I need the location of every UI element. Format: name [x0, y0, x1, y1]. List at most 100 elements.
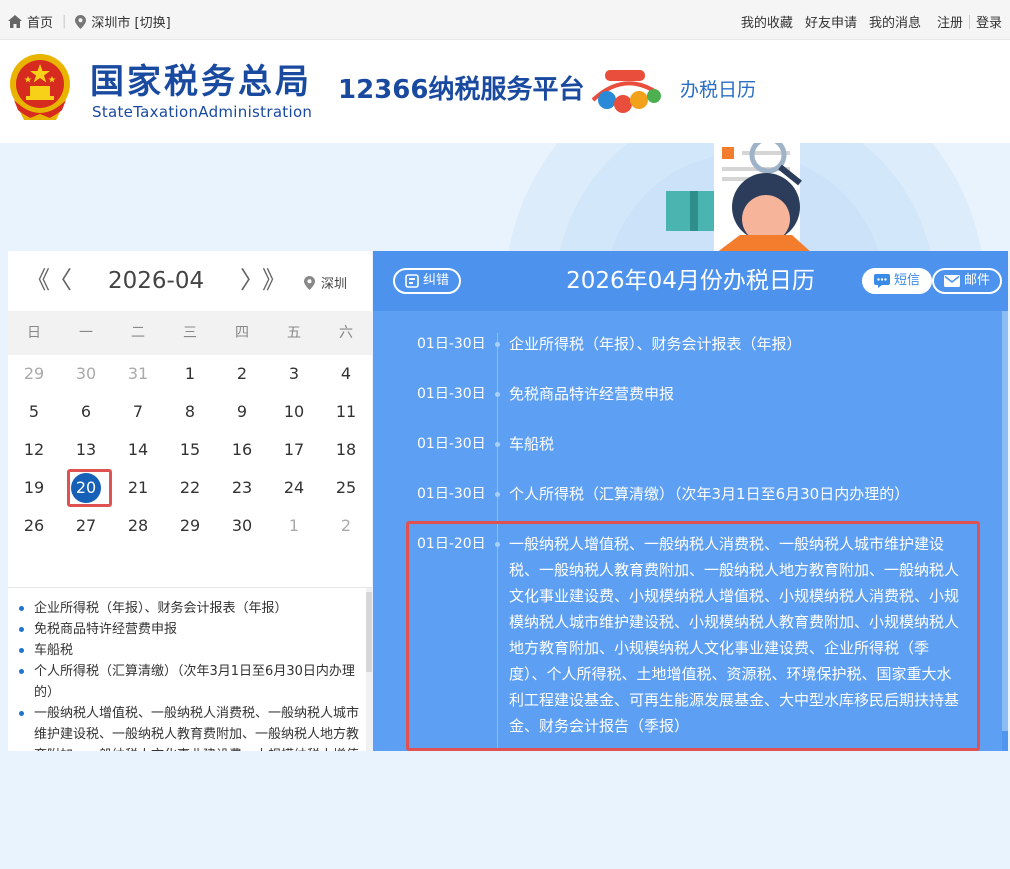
calendar-day[interactable]: 23: [216, 469, 268, 507]
day-number: 4: [340, 364, 352, 383]
day-number: 21: [127, 478, 149, 497]
day-number: 19: [23, 478, 45, 497]
week-row: 29 30 31 1 2 3 4: [8, 355, 372, 393]
detail-scrollbar[interactable]: [1002, 311, 1008, 751]
weekday-label: 二: [131, 325, 145, 341]
calendar-day[interactable]: 18: [320, 431, 372, 469]
calendar-day[interactable]: 4: [320, 355, 372, 393]
day-number: 16: [231, 440, 253, 459]
calendar-day[interactable]: 5: [8, 393, 60, 431]
day-number: 17: [283, 440, 305, 459]
prev-year-button[interactable]: 《: [26, 266, 50, 294]
calendar-day[interactable]: 2: [320, 507, 372, 545]
messages-link[interactable]: 我的消息: [869, 12, 921, 31]
page-name: 办税日历: [680, 79, 757, 101]
day-number: 24: [283, 478, 305, 497]
day-number: 15: [179, 440, 201, 459]
calendar-day[interactable]: 2: [216, 355, 268, 393]
mail-icon: [944, 275, 960, 287]
list-item: 车船税: [18, 640, 362, 661]
timeline-dot: [495, 492, 500, 497]
timeline-dot: [495, 442, 500, 447]
selected-day-highlight: [67, 469, 112, 507]
weekday-header: 日 一 二 三 四 五 六: [8, 311, 372, 355]
login-link[interactable]: 登录: [976, 12, 1002, 31]
calendar-day[interactable]: 24: [268, 469, 320, 507]
calendar-day[interactable]: 14: [112, 431, 164, 469]
calendar-day[interactable]: 30: [216, 507, 268, 545]
entry-date-range: 01日-30日: [417, 436, 486, 452]
weekday-label: 日: [27, 325, 41, 341]
top-bar: 首页 | 深圳市 [切换] 我的收藏 好友申请 我的消息 注册 登录: [0, 0, 1010, 40]
next-month-button[interactable]: 〉: [240, 266, 264, 294]
calendar-day[interactable]: 27: [60, 507, 112, 545]
day-number: 1: [184, 364, 196, 383]
entry-date-range: 01日-30日: [417, 486, 486, 502]
day-number: 10: [283, 402, 305, 421]
day-number: 30: [75, 364, 97, 383]
calendar-day[interactable]: 22: [164, 469, 216, 507]
calendar-day[interactable]: 3: [268, 355, 320, 393]
calendar-day[interactable]: 29: [164, 507, 216, 545]
calendar-day[interactable]: 9: [216, 393, 268, 431]
day-number: 9: [236, 402, 248, 421]
calendar-day[interactable]: 8: [164, 393, 216, 431]
calendar-day[interactable]: 13: [60, 431, 112, 469]
city-switch[interactable]: 深圳市 [切换]: [75, 12, 171, 31]
calendar-day[interactable]: 12: [8, 431, 60, 469]
calendar-day[interactable]: 25: [320, 469, 372, 507]
sms-button[interactable]: 短信: [862, 268, 933, 294]
list-item: 一般纳税人增值税、一般纳税人消费税、一般纳税人城市维护建设税、一般纳税人教育费附…: [18, 703, 362, 751]
list-item: 企业所得税（年报）、财务会计报表（年报）: [18, 598, 362, 619]
day-number: 11: [335, 402, 357, 421]
day-number: 28: [127, 516, 149, 535]
week-row: 5 6 7 8 9 10 11: [8, 393, 372, 431]
weekday-label: 一: [79, 325, 93, 341]
day-number: 27: [75, 516, 97, 535]
day-number: 31: [127, 364, 149, 383]
calendar-day[interactable]: 28: [112, 507, 164, 545]
tax-calendar-detail: 纠错 2026年04月份办税日历 短信 邮件 01日-30日 企业所得税（年报）…: [373, 251, 1008, 751]
email-label: 邮件: [964, 273, 991, 288]
day-number: 26: [23, 516, 45, 535]
calendar-day[interactable]: 11: [320, 393, 372, 431]
platform-title: 12366纳税服务平台: [338, 75, 585, 105]
entry-text: 车船税: [509, 435, 555, 453]
highlighted-entry-box: [406, 521, 980, 751]
calendar-day[interactable]: 16: [216, 431, 268, 469]
calendar-day[interactable]: 6: [60, 393, 112, 431]
friend-requests-link[interactable]: 好友申请: [805, 12, 857, 31]
email-button[interactable]: 邮件: [932, 268, 1003, 294]
city-label: 深圳市 [切换]: [91, 16, 171, 31]
calendar-day[interactable]: 15: [164, 431, 216, 469]
calendar-day[interactable]: 29: [8, 355, 60, 393]
calendar-day[interactable]: 26: [8, 507, 60, 545]
detail-header: 纠错 2026年04月份办税日历 短信 邮件: [373, 251, 1008, 311]
list-scrollbar[interactable]: [366, 588, 372, 751]
calendar-city[interactable]: 深圳: [304, 273, 347, 292]
calendar-day[interactable]: 21: [112, 469, 164, 507]
calendar-day[interactable]: 30: [60, 355, 112, 393]
day-number: 8: [184, 402, 196, 421]
home-link[interactable]: 首页: [8, 12, 53, 31]
next-year-button[interactable]: 》: [262, 266, 286, 294]
prev-month-button[interactable]: 〈: [48, 266, 72, 294]
calendar-day[interactable]: 1: [164, 355, 216, 393]
day-number: 14: [127, 440, 149, 459]
calendar-day[interactable]: 10: [268, 393, 320, 431]
register-link[interactable]: 注册: [937, 12, 963, 31]
divider: [968, 14, 970, 29]
calendar-day[interactable]: 19: [8, 469, 60, 507]
entry-date-range: 01日-30日: [417, 336, 486, 352]
calendar-day[interactable]: 7: [112, 393, 164, 431]
sms-icon: [874, 274, 890, 288]
favorites-link[interactable]: 我的收藏: [741, 12, 793, 31]
brand-title-cn: 国家税务总局: [90, 62, 312, 102]
day-number: 5: [28, 402, 40, 421]
calendar-day[interactable]: 1: [268, 507, 320, 545]
day-number: 18: [335, 440, 357, 459]
calendar-day[interactable]: 17: [268, 431, 320, 469]
calendar-day[interactable]: 31: [112, 355, 164, 393]
location-pin-icon: [304, 275, 315, 290]
divider: |: [62, 14, 67, 29]
